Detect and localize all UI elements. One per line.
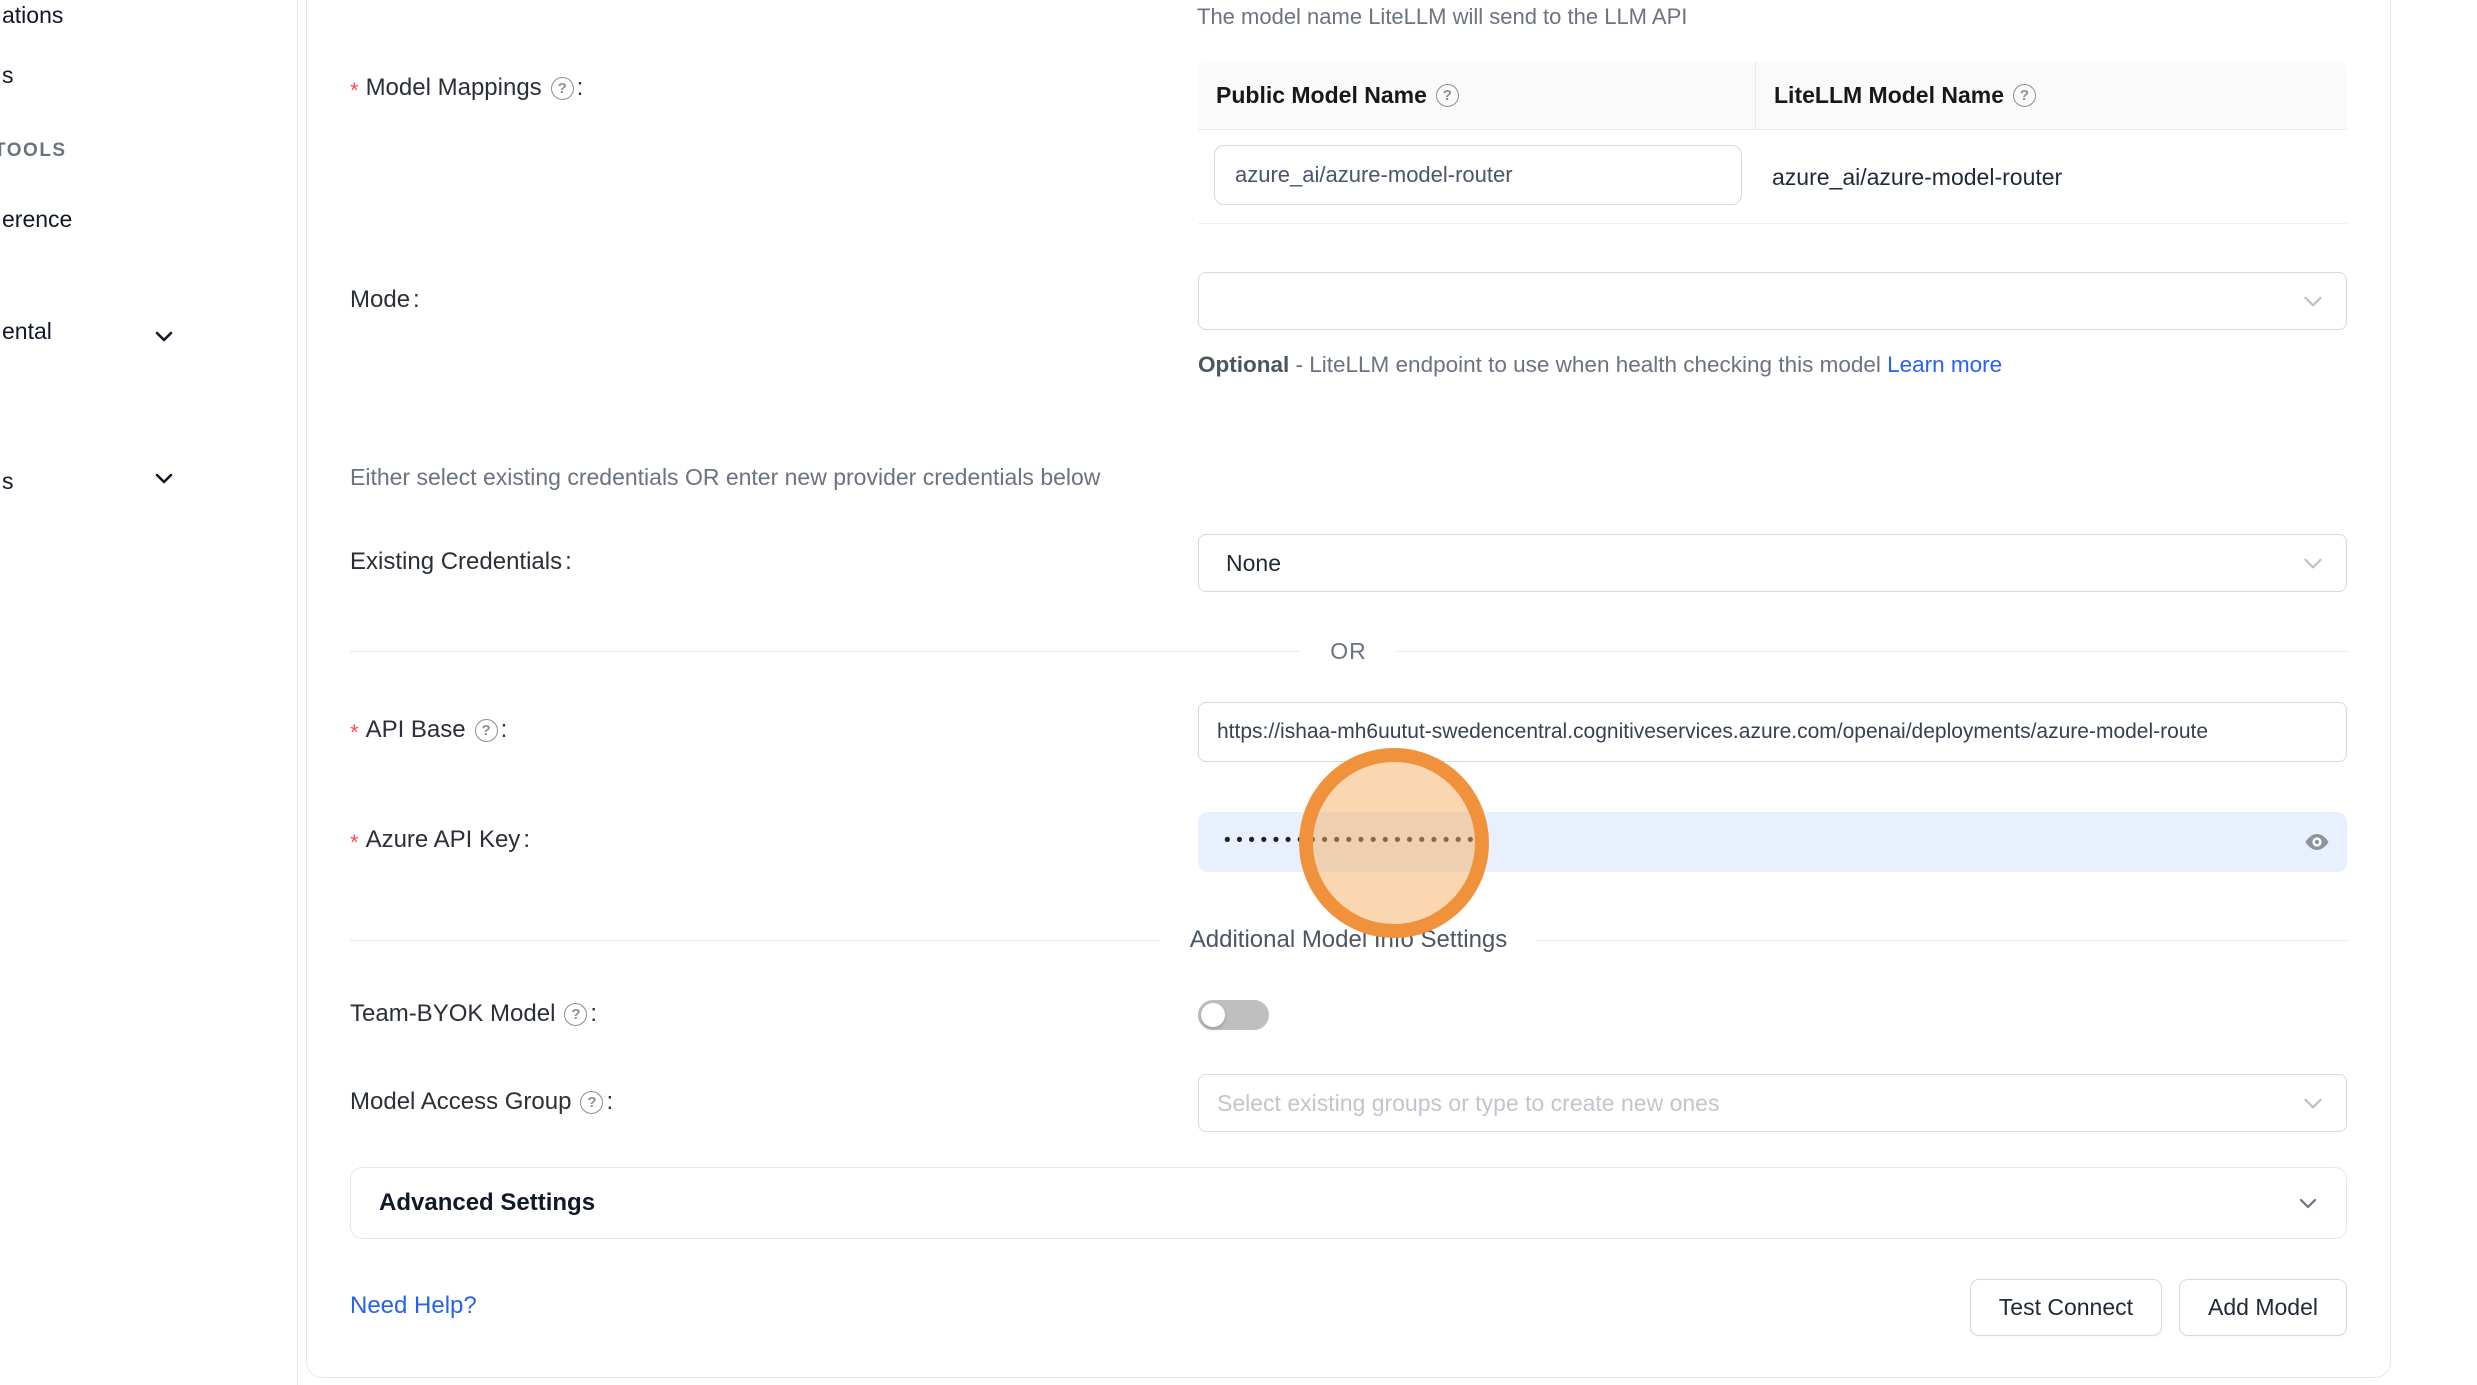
litellm-model-name-value: azure_ai/azure-model-router <box>1772 130 2062 224</box>
sidebar: ations s TOOLS erence ental s <box>0 0 298 1385</box>
mode-helper-body: - LiteLLM endpoint to use when health ch… <box>1289 352 1887 377</box>
additional-settings-divider-text: Additional Model Info Settings <box>1160 926 1538 954</box>
colon: : <box>606 1088 613 1116</box>
sidebar-item-settings[interactable]: s <box>2 468 14 495</box>
model-access-group-label-text: Model Access Group <box>350 1088 571 1116</box>
mode-helper-text: Optional - LiteLLM endpoint to use when … <box>1198 344 2038 385</box>
colon: : <box>523 826 530 854</box>
or-divider-text: OR <box>1300 638 1397 665</box>
help-question-icon[interactable]: ? <box>1436 84 1459 107</box>
litellm-model-name-header-text: LiteLLM Model Name <box>1774 82 2004 109</box>
litellm-model-name-header: LiteLLM Model Name ? <box>1756 82 2036 109</box>
chevron-down-icon[interactable] <box>152 324 176 348</box>
team-byok-toggle[interactable] <box>1198 1000 1269 1030</box>
model-access-group-label: Model Access Group ? : <box>350 1088 613 1116</box>
existing-credentials-label: Existing Credentials : <box>350 548 572 576</box>
azure-api-key-label: * Azure API Key : <box>350 826 530 854</box>
colon: : <box>577 74 584 102</box>
footer-buttons: Test Connect Add Model <box>1198 1279 2347 1336</box>
chevron-down-icon <box>2300 550 2326 576</box>
help-question-icon[interactable]: ? <box>580 1091 603 1114</box>
required-marker: * <box>350 78 359 104</box>
divider-line <box>1397 651 2347 652</box>
model-mappings-table: Public Model Name ? LiteLLM Model Name ?… <box>1198 62 2347 224</box>
table-header-row: Public Model Name ? LiteLLM Model Name ? <box>1198 62 2347 130</box>
learn-more-link[interactable]: Learn more <box>1887 352 2002 377</box>
model-access-group-select[interactable]: Select existing groups or type to create… <box>1198 1074 2347 1132</box>
public-model-name-header-text: Public Model Name <box>1216 82 1427 109</box>
advanced-settings-title: Advanced Settings <box>379 1189 595 1217</box>
team-byok-label-text: Team-BYOK Model <box>350 1000 555 1028</box>
model-mappings-label-text: Model Mappings <box>366 74 542 102</box>
eye-icon[interactable] <box>2303 828 2331 856</box>
divider-line <box>350 651 1300 652</box>
required-marker: * <box>350 830 359 856</box>
colon: : <box>590 1000 597 1028</box>
credentials-note: Either select existing credentials OR en… <box>350 464 1100 491</box>
model-name-helper-text: The model name LiteLLM will send to the … <box>1197 4 1687 30</box>
chevron-down-icon <box>2300 1090 2326 1116</box>
public-model-name-header: Public Model Name ? <box>1198 62 1756 129</box>
add-model-button[interactable]: Add Model <box>2179 1279 2347 1336</box>
toggle-knob <box>1201 1003 1225 1027</box>
colon: : <box>501 716 508 744</box>
model-access-group-placeholder: Select existing groups or type to create… <box>1199 1090 1719 1117</box>
api-base-label: * API Base ? : <box>350 716 507 744</box>
azure-api-key-label-text: Azure API Key <box>366 826 521 854</box>
existing-credentials-label-text: Existing Credentials <box>350 548 562 576</box>
api-base-input[interactable] <box>1198 702 2347 762</box>
colon: : <box>565 548 572 576</box>
table-row: azure_ai/azure-model-router <box>1198 130 2347 224</box>
divider-line <box>350 940 1160 941</box>
chevron-down-icon <box>2296 1191 2320 1215</box>
colon: : <box>413 286 420 314</box>
mode-label-text: Mode <box>350 286 410 314</box>
required-marker: * <box>350 720 359 746</box>
additional-settings-divider: Additional Model Info Settings <box>350 926 2347 954</box>
sidebar-section-tools: TOOLS <box>0 140 67 162</box>
sidebar-item-experimental[interactable]: ental <box>2 318 52 345</box>
mode-label: Mode : <box>350 286 420 314</box>
sidebar-item-1[interactable]: s <box>2 62 14 89</box>
need-help-link[interactable]: Need Help? <box>350 1292 477 1320</box>
chevron-down-icon <box>2300 288 2326 314</box>
chevron-down-icon[interactable] <box>152 466 176 490</box>
sidebar-item-inference[interactable]: erence <box>2 206 72 233</box>
help-question-icon[interactable]: ? <box>475 719 498 742</box>
sidebar-item-organizations[interactable]: ations <box>2 2 63 29</box>
divider-line <box>1537 940 2347 941</box>
test-connect-button[interactable]: Test Connect <box>1970 1279 2162 1336</box>
help-question-icon[interactable]: ? <box>564 1003 587 1026</box>
team-byok-label: Team-BYOK Model ? : <box>350 1000 597 1028</box>
masked-api-key: •••••••••••••••••••••• <box>1224 812 1491 870</box>
add-model-page: ations s TOOLS erence ental s The model … <box>0 0 2477 1385</box>
azure-api-key-input[interactable]: •••••••••••••••••••••• <box>1198 812 2347 872</box>
existing-credentials-value: None <box>1199 550 1281 577</box>
model-mappings-label: * Model Mappings ? : <box>350 74 583 102</box>
api-base-label-text: API Base <box>366 716 466 744</box>
help-question-icon[interactable]: ? <box>551 77 574 100</box>
or-divider: OR <box>350 638 2347 665</box>
help-question-icon[interactable]: ? <box>2013 84 2036 107</box>
optional-bold: Optional <box>1198 352 1289 377</box>
advanced-settings-panel[interactable]: Advanced Settings <box>350 1167 2347 1239</box>
existing-credentials-select[interactable]: None <box>1198 534 2347 592</box>
mode-select[interactable] <box>1198 272 2347 330</box>
public-model-name-input[interactable] <box>1214 145 1742 205</box>
